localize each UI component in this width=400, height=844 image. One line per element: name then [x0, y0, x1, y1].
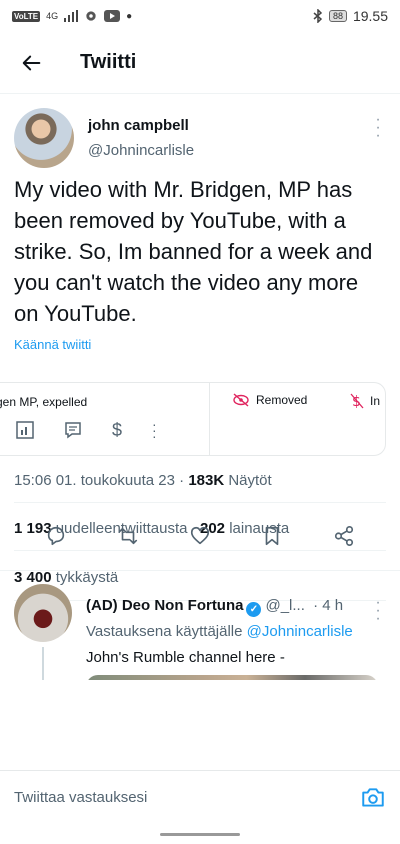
reply-icon	[47, 526, 65, 546]
removed-chip-label: Removed	[256, 393, 308, 407]
tweet-text: My video with Mr. Bridgen, MP has been r…	[14, 177, 373, 326]
reply-author-name: (AD) Deo Non Fortuna	[86, 597, 244, 614]
replying-to-prefix: Vastauksena käyttäjälle	[86, 623, 243, 640]
author-handle[interactable]: @Johnincarlisle	[88, 142, 194, 159]
signal-bars-icon	[64, 10, 79, 22]
retweet-button[interactable]	[108, 516, 148, 556]
more-options-icon[interactable]: · · ·	[372, 595, 384, 627]
back-button[interactable]	[0, 32, 64, 94]
camera-icon	[362, 788, 384, 807]
verified-badge-icon: ✓	[246, 602, 262, 617]
replying-to-handle[interactable]: @Johnincarlisle	[247, 623, 353, 640]
card-left[interactable]: gen MP, expelled $ · · ·	[0, 383, 210, 455]
reply-time: · 4 h	[313, 597, 344, 614]
main-tweet: john campbell @Johnincarlisle · · · My vid…	[0, 94, 400, 601]
page-title: Twiitti	[80, 51, 137, 73]
reply-input[interactable]: Twiittaa vastauksesi	[14, 789, 147, 806]
share-button[interactable]	[324, 516, 364, 556]
youtube-icon	[104, 10, 121, 22]
more-options-icon[interactable]: · · ·	[372, 112, 384, 144]
replying-to: Vastauksena käyttäjälle @Johnincarlisle	[86, 623, 353, 640]
reply-media-thumbnail[interactable]	[86, 675, 378, 680]
tweet-meta: 15:06 01. toukokuuta 23 · 183K Näytöt	[14, 472, 272, 489]
dollar-off-icon: $	[350, 393, 364, 409]
dollar-icon[interactable]: $	[112, 421, 122, 439]
reply-tweet[interactable]: (AD) Deo Non Fortuna ✓ @_l... · 4 h · · · Va…	[0, 570, 400, 680]
reply-author-handle: @_l...	[265, 597, 305, 614]
media-card-strip[interactable]: gen MP, expelled $ · · · Removed $ In	[0, 382, 386, 456]
card-right[interactable]: Removed $ In	[210, 383, 385, 455]
signal-indicator: 4G	[46, 11, 59, 21]
next-chip[interactable]: $ In	[350, 393, 380, 409]
reply-author[interactable]: (AD) Deo Non Fortuna ✓ @_l... · 4 h	[86, 597, 343, 617]
retweet-icon	[118, 527, 138, 545]
tweet-actions	[0, 516, 400, 556]
divider	[14, 502, 386, 503]
hidden-eye-icon	[233, 393, 249, 407]
share-icon	[334, 526, 354, 546]
dot-icon: ●	[126, 10, 133, 22]
home-indicator	[160, 833, 240, 836]
card-left-label: gen MP, expelled	[0, 395, 88, 409]
heart-icon	[190, 526, 210, 545]
reply-composer: Twiittaa vastauksesi	[0, 770, 400, 826]
app-header: Twiitti	[0, 32, 400, 94]
gear-icon	[86, 11, 96, 21]
next-chip-label: In	[370, 394, 381, 408]
author-name[interactable]: john campbell	[88, 117, 189, 134]
views-count: 183K	[188, 472, 225, 489]
reply-button[interactable]	[36, 516, 76, 556]
meta-separator: ·	[179, 472, 189, 489]
arrow-left-icon	[22, 55, 41, 70]
analytics-icon[interactable]	[16, 421, 34, 439]
author-row: john campbell @Johnincarlisle · · ·	[0, 94, 400, 174]
status-bar: VoLTE 4G ● 88 19.55	[0, 0, 400, 32]
reply-text: John's Rumble channel here -	[86, 649, 285, 666]
bookmark-button[interactable]	[252, 516, 292, 556]
status-time: 19.55	[352, 8, 388, 24]
bluetooth-icon	[313, 9, 323, 23]
thread-line	[42, 647, 44, 680]
battery-indicator: 88	[328, 10, 347, 22]
translate-link[interactable]: Käännä twiitti	[14, 337, 91, 352]
bookmark-icon	[265, 526, 279, 546]
comment-box-icon[interactable]	[64, 421, 82, 439]
camera-button[interactable]	[360, 785, 386, 811]
more-vertical-icon[interactable]: · · ·	[152, 417, 157, 443]
removed-chip[interactable]: Removed	[232, 393, 307, 407]
avatar[interactable]	[14, 584, 72, 642]
views-label: Näytöt	[228, 472, 272, 489]
avatar[interactable]	[14, 108, 74, 168]
volte-indicator: VoLTE	[12, 10, 41, 22]
timestamp[interactable]: 15:06 01. toukokuuta 23	[14, 472, 175, 489]
like-button[interactable]	[180, 516, 220, 556]
